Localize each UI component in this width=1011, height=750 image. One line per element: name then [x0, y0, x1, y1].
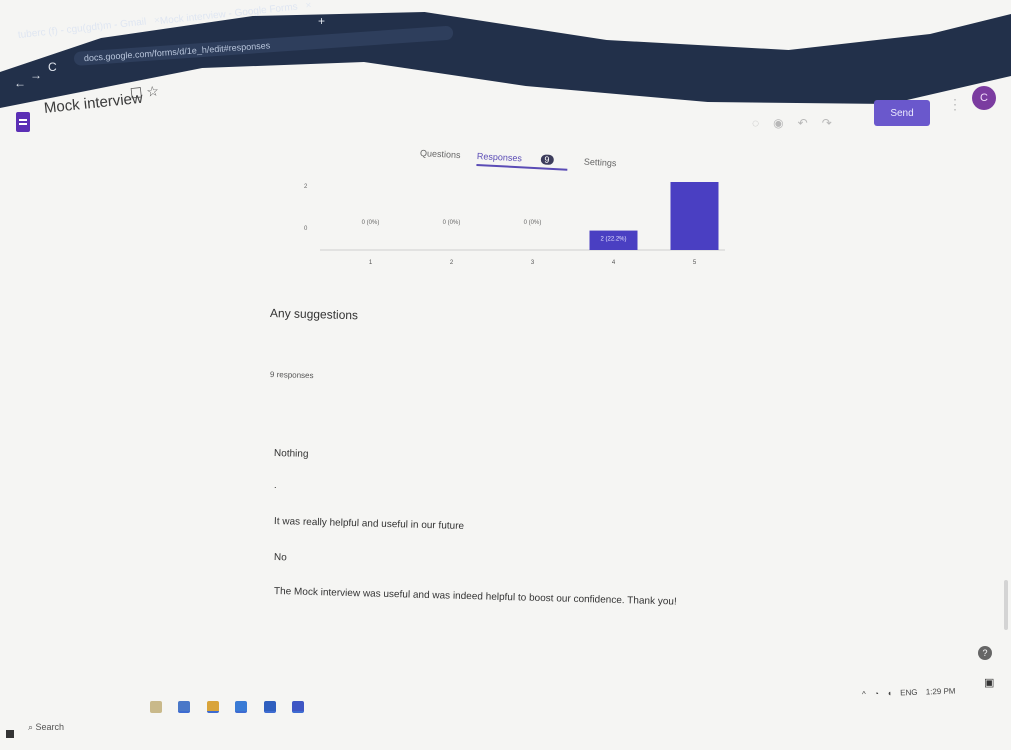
data-label-4: 2 (22.2%) — [600, 237, 626, 243]
folder-icon[interactable]: ☐ — [129, 84, 143, 101]
data-label-1: 0 (0%) — [362, 220, 380, 226]
palette-icon[interactable]: ◌ — [752, 116, 773, 130]
form-tabs: Questions Responses 9 Settings — [420, 148, 631, 171]
file-explorer-icon[interactable] — [150, 701, 162, 713]
edge-icon[interactable] — [178, 701, 191, 713]
scrollbar[interactable] — [1004, 580, 1008, 630]
data-label-3: 0 (0%) — [524, 220, 542, 226]
tray-chevron-icon[interactable]: ^ — [862, 690, 866, 699]
screen: tuberc (f) - cgu(gdt)m - Gmail × Mock int… — [0, 0, 1011, 750]
clock[interactable]: 1:29 PM — [926, 686, 956, 696]
tab-responses[interactable]: Responses 9 — [476, 150, 568, 171]
taskbar: ⌕ Search ^ ◔ ◖ ENG 1:29 PM ▣ — [0, 677, 1011, 750]
help-icon[interactable]: ? — [978, 646, 992, 660]
answer-item: No — [273, 552, 287, 564]
tab-responses-label: Responses — [476, 150, 523, 164]
answer-item: It was really helpful and useful in our … — [273, 516, 465, 532]
reload-icon[interactable]: C — [48, 60, 57, 74]
windows-start-icon[interactable] — [6, 730, 14, 738]
chrome-icon[interactable] — [235, 701, 248, 713]
word-icon[interactable] — [263, 701, 276, 713]
redo-icon[interactable]: ↷ — [822, 116, 846, 130]
taskbar-search[interactable]: ⌕ Search — [28, 722, 64, 733]
close-icon[interactable]: × — [305, 0, 312, 12]
avatar[interactable]: C — [972, 86, 996, 110]
more-options-icon[interactable]: ⋮ — [948, 96, 962, 113]
responses-count-badge: 9 — [540, 154, 554, 165]
google-forms-logo — [16, 112, 30, 132]
question-title: Any suggestions — [269, 306, 359, 323]
y-tick-label: 2 — [304, 184, 308, 190]
send-button[interactable]: Send — [874, 100, 930, 126]
eye-icon[interactable]: ◉ — [773, 116, 797, 130]
tab-questions[interactable]: Questions — [420, 148, 461, 160]
x-tick-label-4: 4 — [612, 260, 616, 266]
x-tick-label-3: 3 — [531, 260, 535, 266]
notification-icon[interactable]: ▣ — [984, 676, 994, 689]
wifi-icon[interactable]: ◔ — [874, 689, 879, 698]
new-tab-button[interactable]: + — [318, 14, 325, 28]
tab-settings[interactable]: Settings — [584, 157, 617, 169]
forms-icon[interactable] — [292, 701, 305, 713]
x-tick-label-2: 2 — [450, 260, 454, 266]
undo-icon[interactable]: ↶ — [798, 116, 822, 130]
chrome-icon[interactable] — [206, 701, 219, 713]
header-actions: ◌◉↶↷ — [752, 116, 846, 130]
response-count: 9 responses — [269, 370, 314, 381]
taskbar-apps — [150, 700, 316, 718]
bar-5 — [670, 182, 719, 250]
y-tick-label: 0 — [304, 226, 308, 232]
answer-item: Nothing — [273, 448, 309, 460]
answer-item: The Mock interview was useful and was in… — [273, 586, 677, 608]
language-indicator[interactable]: ENG — [900, 688, 918, 698]
answer-item: . — [273, 480, 277, 492]
volume-icon[interactable]: ◖ — [887, 689, 892, 698]
x-tick-label-5: 5 — [693, 260, 697, 266]
forward-icon[interactable]: → — [30, 68, 42, 82]
x-tick-label-1: 1 — [369, 260, 373, 266]
title-icons: ☐ ☆ — [129, 83, 160, 103]
star-icon[interactable]: ☆ — [146, 83, 160, 100]
data-label-2: 0 (0%) — [443, 220, 461, 226]
system-tray: ^ ◔ ◖ ENG 1:29 PM — [862, 686, 962, 698]
rating-bar-chart: 2 0 0 (0%) 1 0 (0%) 2 0 (0%) 3 2 (22.2%) 4 5 — [304, 182, 725, 266]
taskbar-search-label: Search — [35, 722, 65, 732]
back-icon[interactable]: ← — [14, 76, 26, 90]
